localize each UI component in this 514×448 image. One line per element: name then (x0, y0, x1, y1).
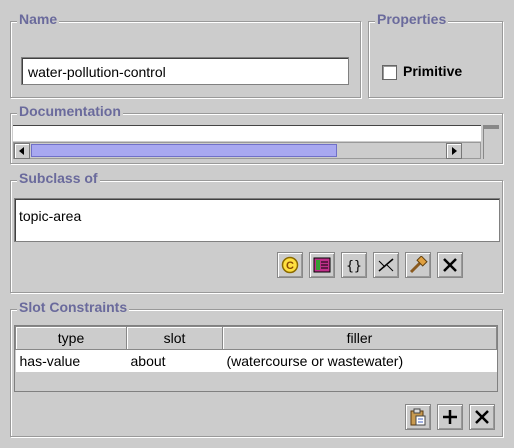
documentation-group: Documentation (10, 103, 503, 164)
slot-constraints-table: type slot filler has-value about (waterc… (15, 326, 497, 372)
class-c-icon: C (281, 256, 299, 274)
paste-icon (410, 408, 426, 426)
slot-constraints-legend: Slot Constraints (17, 299, 130, 315)
cell-slot[interactable]: about (126, 349, 223, 372)
slot-constraints-table-area[interactable]: type slot filler has-value about (waterc… (14, 325, 498, 392)
column-header-slot[interactable]: slot (126, 326, 223, 350)
table-header-row: type slot filler (15, 326, 497, 350)
delete-x-icon (475, 410, 489, 424)
documentation-horizontal-scrollbar[interactable] (13, 142, 481, 159)
slot-constraints-group: Slot Constraints type slot filler has-va… (10, 299, 503, 437)
delete-x-icon (443, 258, 457, 272)
add-constraint-button[interactable] (437, 404, 463, 430)
scroll-thumb[interactable] (31, 144, 337, 157)
add-class-button[interactable]: C (277, 252, 303, 278)
svg-text:{}: {} (346, 259, 362, 273)
documentation-vertical-scrollbar[interactable] (483, 125, 499, 159)
arrow-right-icon (452, 147, 457, 155)
cell-filler[interactable]: (watercourse or wastewater) (222, 349, 497, 372)
name-group: Name water-pollution-control (10, 11, 361, 98)
constraint-button[interactable]: . (373, 252, 399, 278)
paste-button[interactable] (405, 404, 431, 430)
properties-group: Properties Primitive (368, 11, 503, 98)
remove-superclass-button[interactable] (437, 252, 463, 278)
column-header-filler[interactable]: filler (222, 326, 497, 350)
add-plus-icon (443, 410, 457, 424)
documentation-legend: Documentation (17, 103, 123, 119)
documentation-text-area[interactable] (13, 125, 481, 141)
arrow-left-icon (19, 147, 24, 155)
cell-type[interactable]: has-value (15, 349, 127, 372)
properties-legend: Properties (375, 11, 449, 27)
hammer-button[interactable] (405, 252, 431, 278)
table-row[interactable]: has-value about (watercourse or wastewat… (15, 349, 497, 372)
primitive-checkbox[interactable] (382, 65, 397, 80)
primitive-label: Primitive (403, 63, 463, 79)
remove-constraint-button[interactable] (469, 404, 495, 430)
list-item[interactable]: topic-area (19, 208, 81, 224)
slot-table-button[interactable] (309, 252, 335, 278)
hammer-icon (409, 256, 428, 274)
svg-text:C: C (286, 260, 294, 272)
name-input[interactable]: water-pollution-control (21, 57, 349, 85)
name-value: water-pollution-control (28, 64, 166, 80)
subclass-list[interactable]: topic-area (14, 198, 500, 242)
braces-button[interactable]: {} (341, 252, 367, 278)
subclass-legend: Subclass of (17, 170, 100, 186)
slot-table-icon (313, 257, 331, 273)
scroll-left-button[interactable] (14, 143, 30, 159)
constraint-icon: . (378, 258, 394, 272)
column-header-type[interactable]: type (15, 326, 127, 350)
scroll-right-button[interactable] (446, 143, 462, 159)
braces-icon: {} (346, 259, 362, 273)
subclass-group: Subclass of topic-area C {} . (10, 170, 503, 293)
name-legend: Name (17, 11, 60, 27)
